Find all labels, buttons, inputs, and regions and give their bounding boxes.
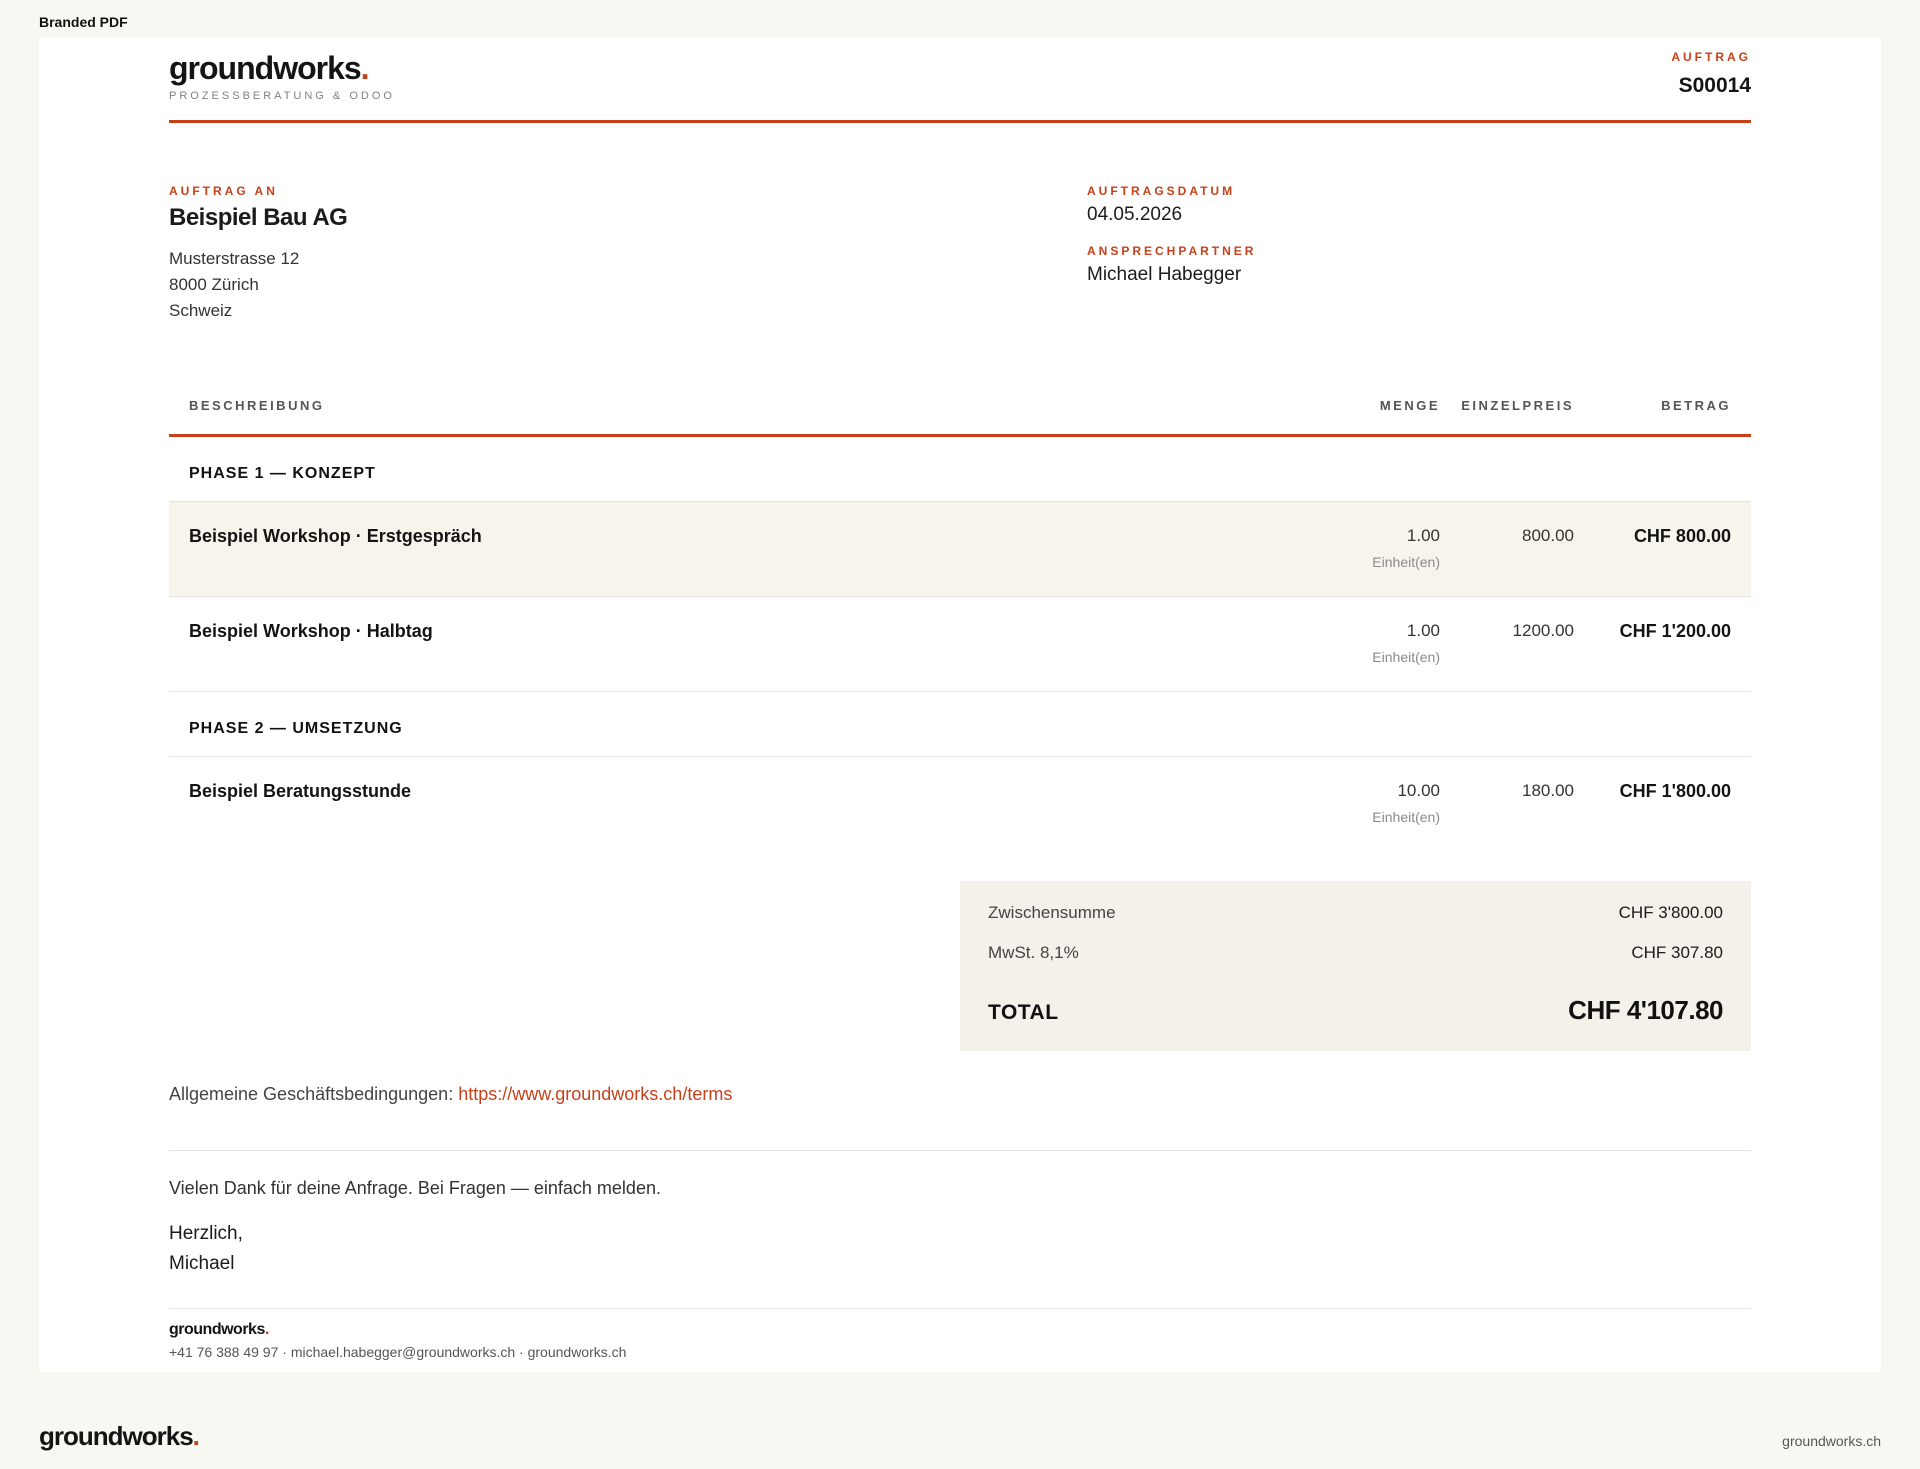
- contact-value: Michael Habegger: [1087, 264, 1242, 285]
- divider: [169, 1150, 1751, 1151]
- brand-tagline: PROZESSBERATUNG & ODOO: [169, 90, 395, 102]
- subtotal-value: CHF 3'800.00: [1618, 903, 1723, 922]
- order-number: S00014: [1678, 74, 1751, 97]
- line-quantity: 1.00 Einheit(en): [1372, 526, 1440, 570]
- recipient-block: AUFTRAG AN Beispiel Bau AG Musterstrasse…: [169, 184, 348, 324]
- qty-value: 10.00: [1397, 781, 1440, 800]
- brand-name: groundworks.: [169, 48, 395, 88]
- contact-label: ANSPRECHPARTNER: [1087, 244, 1257, 258]
- footer-brand-dot: .: [264, 1321, 269, 1338]
- line-amount: CHF 800.00: [1633, 526, 1731, 546]
- tax-row: MwSt. 8,1% CHF 307.80: [988, 943, 1723, 963]
- order-label: AUFTRAG: [1671, 50, 1751, 64]
- line-description: Beispiel Beratungsstunde: [189, 781, 412, 801]
- total-label: TOTAL: [988, 1001, 1059, 1024]
- table-row: Beispiel Beratungsstunde 10.00 Einheit(en…: [169, 757, 1751, 851]
- header-unit-price: EINZELPREIS: [1461, 398, 1574, 413]
- brand-wordmark: groundworks: [169, 50, 362, 86]
- terms-line: Allgemeine Geschäftsbedingungen: https:/…: [169, 1084, 732, 1105]
- section-title: PHASE 1 — KONZEPT: [189, 465, 376, 482]
- table-row: Beispiel Workshop · Erstgespräch 1.00 Ein…: [169, 502, 1751, 597]
- footer-brand: groundworks.: [169, 1321, 269, 1339]
- table-header: BESCHREIBUNG MENGE EINZELPREIS BETRAG: [169, 398, 1751, 437]
- footer-contact: +41 76 388 49 97 · michael.habegger@grou…: [169, 1344, 627, 1360]
- recipient-city: 8000 Zürich: [169, 275, 259, 294]
- date-value: 04.05.2026: [1087, 204, 1183, 225]
- tax-label: MwSt. 8,1%: [988, 943, 1079, 962]
- line-unit-price: 800.00: [1522, 526, 1574, 545]
- header-amount: BETRAG: [1661, 398, 1731, 413]
- page-footer-dot: .: [192, 1421, 200, 1451]
- recipient-company: Beispiel Bau AG: [169, 204, 348, 231]
- recipient-country: Schweiz: [169, 301, 233, 320]
- subtotal-label: Zwischensumme: [988, 903, 1116, 922]
- line-amount: CHF 1'200.00: [1619, 621, 1731, 641]
- brand-logo: groundworks. PROZESSBERATUNG & ODOO: [169, 48, 395, 102]
- line-description: Beispiel Workshop · Erstgespräch: [189, 526, 482, 546]
- section-title: PHASE 2 — UMSETZUNG: [189, 720, 403, 737]
- date-label: AUFTRAGSDATUM: [1087, 184, 1236, 198]
- divider: [169, 1308, 1751, 1309]
- header-divider: [169, 120, 1751, 123]
- header-description: BESCHREIBUNG: [189, 398, 325, 413]
- totals-box: Zwischensumme CHF 3'800.00 MwSt. 8,1% CH…: [960, 881, 1751, 1051]
- greeting: Herzlich,: [169, 1223, 243, 1244]
- header-quantity: MENGE: [1379, 398, 1440, 413]
- order-meta: AUFTRAGSDATUM 04.05.2026 ANSPRECHPARTNER…: [1087, 184, 1256, 286]
- total-value: CHF 4'107.80: [1568, 995, 1723, 1025]
- page-footer-wordmark: groundworks: [39, 1421, 194, 1451]
- recipient-label: AUFTRAG AN: [169, 184, 278, 198]
- subtotal-row: Zwischensumme CHF 3'800.00: [988, 903, 1723, 923]
- qty-unit: Einheit(en): [1372, 649, 1440, 665]
- footer-wordmark: groundworks: [169, 1321, 265, 1338]
- line-description: Beispiel Workshop · Halbtag: [189, 621, 433, 641]
- brand-dot: .: [360, 50, 370, 86]
- page-footer-url: groundworks.ch: [1782, 1433, 1881, 1449]
- page-label: Branded PDF: [39, 14, 128, 30]
- qty-unit: Einheit(en): [1372, 809, 1440, 825]
- section-heading: PHASE 2 — UMSETZUNG: [169, 692, 1751, 757]
- qty-unit: Einheit(en): [1372, 554, 1440, 570]
- line-quantity: 10.00 Einheit(en): [1372, 781, 1440, 825]
- document-sheet: groundworks. PROZESSBERATUNG & ODOO AUFT…: [39, 38, 1881, 1372]
- sender-name: Michael: [169, 1253, 235, 1274]
- tax-value: CHF 307.80: [1631, 943, 1723, 962]
- signature-block: Herzlich, Michael: [169, 1219, 243, 1279]
- total-row: TOTAL CHF 4'107.80: [988, 995, 1723, 1025]
- line-unit-price: 180.00: [1522, 781, 1574, 800]
- table-row: Beispiel Workshop · Halbtag 1.00 Einheit(…: [169, 597, 1751, 692]
- order-info: AUFTRAG S00014: [1671, 50, 1751, 98]
- recipient-street: Musterstrasse 12: [169, 249, 300, 268]
- page-footer-brand: groundworks.: [39, 1421, 200, 1452]
- qty-value: 1.00: [1406, 526, 1440, 545]
- terms-label: Allgemeine Geschäftsbedingungen:: [169, 1084, 454, 1104]
- line-quantity: 1.00 Einheit(en): [1372, 621, 1440, 665]
- line-unit-price: 1200.00: [1512, 621, 1574, 640]
- thanks-message: Vielen Dank für deine Anfrage. Bei Frage…: [169, 1178, 661, 1198]
- line-amount: CHF 1'800.00: [1619, 781, 1731, 801]
- terms-link[interactable]: https://www.groundworks.ch/terms: [458, 1084, 732, 1104]
- qty-value: 1.00: [1406, 621, 1440, 640]
- section-heading: PHASE 1 — KONZEPT: [169, 437, 1751, 502]
